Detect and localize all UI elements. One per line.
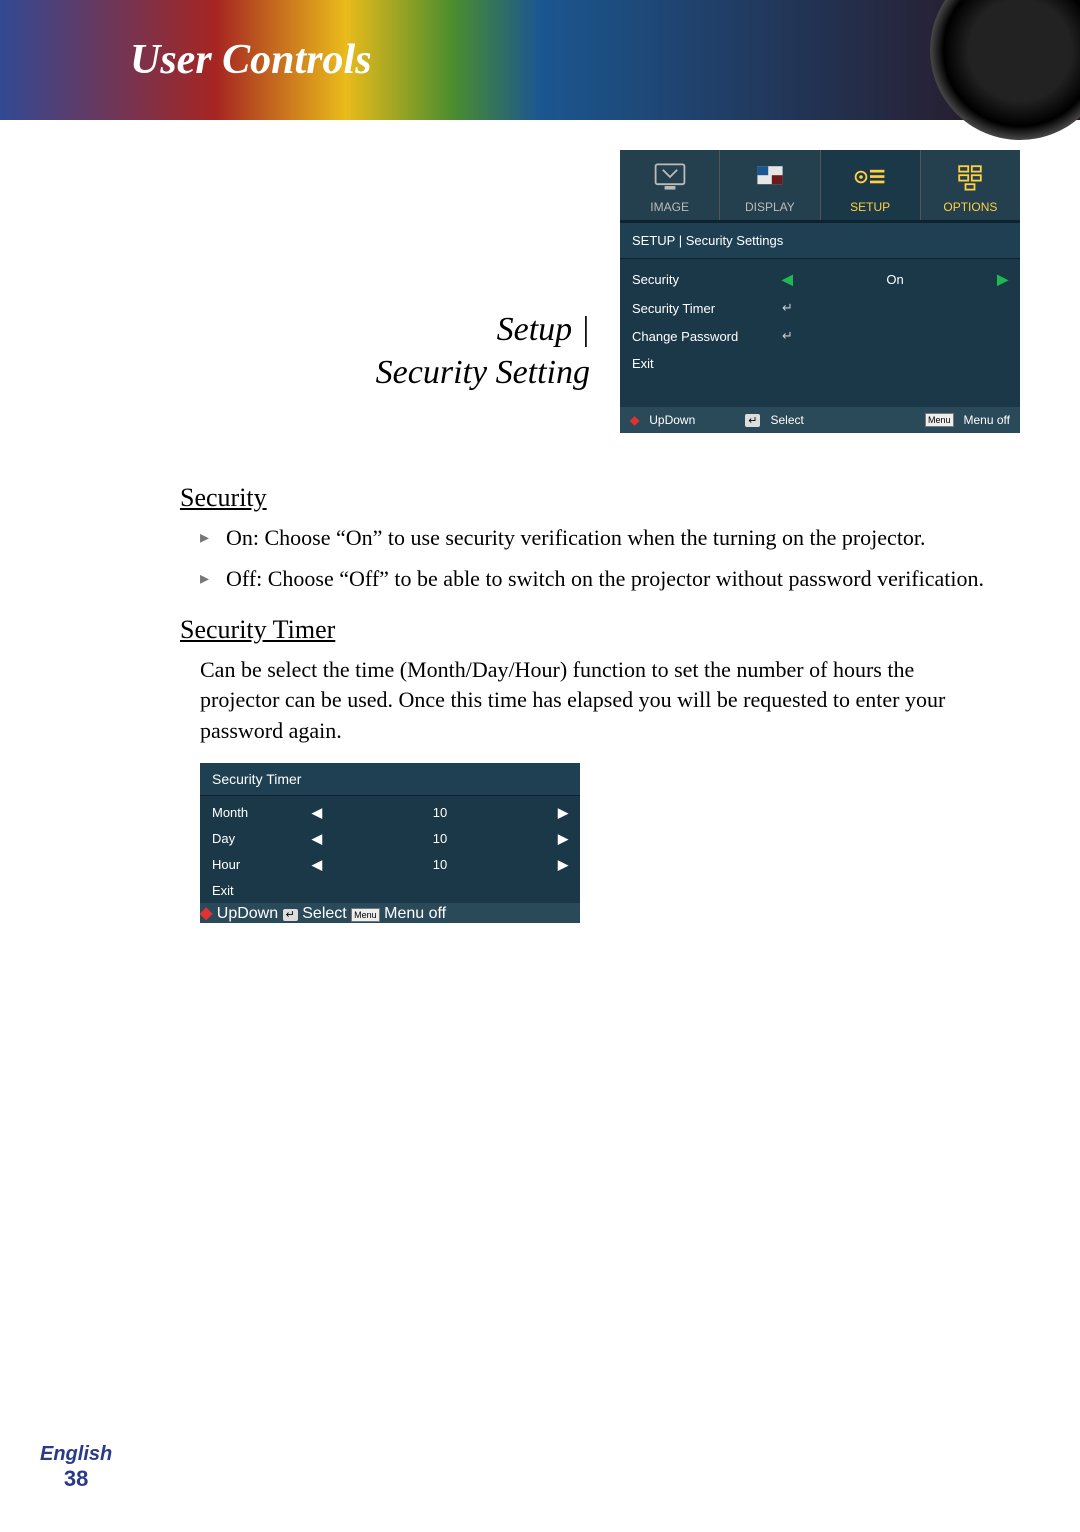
osd-item-action: ↵ xyxy=(782,328,1008,344)
osd-item-value: On xyxy=(886,272,903,287)
tab-label: SETUP xyxy=(821,200,920,214)
header-title: User Controls xyxy=(130,36,372,84)
updown-icon: ◆ xyxy=(630,413,639,427)
bullet-item: On: Choose “On” to use security verifica… xyxy=(200,523,990,554)
timer-item-label: Hour xyxy=(212,857,312,872)
osd-legend: ◆ UpDown ↵ Select Menu Menu off xyxy=(620,407,1020,433)
tab-setup[interactable]: SETUP xyxy=(821,150,921,220)
display-icon xyxy=(720,156,819,198)
timer-item-label: Day xyxy=(212,831,312,846)
osd-breadcrumb: SETUP | Security Settings xyxy=(620,222,1020,259)
tab-image[interactable]: IMAGE xyxy=(620,150,720,220)
timer-item-exit[interactable]: Exit xyxy=(212,878,568,903)
enter-key-icon: ↵ xyxy=(283,909,298,921)
subheading-security-timer: Security Timer xyxy=(180,615,1020,645)
updown-icon: ◆ xyxy=(200,905,212,922)
footer-language: English xyxy=(40,1443,112,1466)
enter-icon: ↵ xyxy=(782,328,793,344)
arrow-left-icon[interactable]: ◀ xyxy=(782,271,793,288)
security-timer-paragraph: Can be select the time (Month/Day/Hour) … xyxy=(200,655,990,747)
arrow-right-icon[interactable]: ▶ xyxy=(997,271,1008,288)
tab-label: OPTIONS xyxy=(921,200,1020,214)
osd-items: Security ◀ On ▶ Security Timer ↵ Change … xyxy=(620,259,1020,407)
bullet-item: Off: Choose “Off” to be able to switch o… xyxy=(200,564,990,595)
enter-key-icon: ↵ xyxy=(745,414,760,427)
timer-item-action: ◀ 10 ▶ xyxy=(312,857,568,873)
osd-item-action: ◀ On ▶ xyxy=(782,271,1008,288)
osd-item-security-timer[interactable]: Security Timer ↵ xyxy=(632,294,1008,322)
timer-osd: Security Timer Month ◀ 10 ▶ Day ◀ 10 ▶ H xyxy=(200,763,580,923)
options-icon xyxy=(921,156,1020,198)
tab-display[interactable]: DISPLAY xyxy=(720,150,820,220)
arrow-right-icon[interactable]: ▶ xyxy=(558,857,568,873)
tab-label: DISPLAY xyxy=(720,200,819,214)
legend-select: Select xyxy=(770,413,803,427)
timer-item-day[interactable]: Day ◀ 10 ▶ xyxy=(212,826,568,852)
arrow-right-icon[interactable]: ▶ xyxy=(558,831,568,847)
section-title: Setup | Security Setting xyxy=(376,309,590,394)
osd-item-label: Exit xyxy=(632,356,782,371)
lens-graphic xyxy=(930,0,1080,140)
page-content: Setup | Security Setting IMAGE DISPLAY xyxy=(0,120,1080,953)
timer-item-month[interactable]: Month ◀ 10 ▶ xyxy=(212,800,568,826)
arrow-left-icon[interactable]: ◀ xyxy=(312,857,322,873)
timer-osd-title: Security Timer xyxy=(200,763,580,796)
legend-updown: UpDown xyxy=(649,413,695,427)
monitor-icon xyxy=(620,156,719,198)
timer-osd-legend: ◆ UpDown ↵ Select Menu Menu off xyxy=(200,903,580,923)
menu-key-icon: Menu xyxy=(351,908,380,922)
legend-updown: UpDown xyxy=(217,905,278,922)
section-top-row: Setup | Security Setting IMAGE DISPLAY xyxy=(120,150,1020,433)
osd-tabs: IMAGE DISPLAY SETUP xyxy=(620,150,1020,222)
osd-item-label: Security Timer xyxy=(632,301,782,316)
subheading-security: Security xyxy=(180,483,1020,513)
tab-label: IMAGE xyxy=(620,200,719,214)
footer-page-number: 38 xyxy=(40,1466,112,1492)
legend-menuoff: Menu off xyxy=(964,413,1010,427)
osd-item-security[interactable]: Security ◀ On ▶ xyxy=(632,265,1008,294)
security-bullets: On: Choose “On” to use security verifica… xyxy=(200,523,990,595)
timer-item-label: Exit xyxy=(212,883,312,898)
arrow-left-icon[interactable]: ◀ xyxy=(312,831,322,847)
osd-menu: IMAGE DISPLAY SETUP xyxy=(620,150,1020,433)
page-footer: English 38 xyxy=(40,1443,112,1492)
page-header: User Controls xyxy=(0,0,1080,120)
legend-select: Select xyxy=(302,905,346,922)
legend-menuoff: Menu off xyxy=(384,905,446,922)
timer-item-value: 10 xyxy=(433,831,447,846)
timer-item-action: ◀ 10 ▶ xyxy=(312,831,568,847)
osd-item-label: Change Password xyxy=(632,329,782,344)
osd-item-exit[interactable]: Exit xyxy=(632,350,1008,377)
setup-icon xyxy=(821,156,920,198)
menu-key-icon: Menu xyxy=(925,413,954,427)
timer-item-label: Month xyxy=(212,805,312,820)
osd-item-change-password[interactable]: Change Password ↵ xyxy=(632,322,1008,350)
timer-item-action: ◀ 10 ▶ xyxy=(312,805,568,821)
timer-item-value: 10 xyxy=(433,857,447,872)
arrow-right-icon[interactable]: ▶ xyxy=(558,805,568,821)
timer-osd-items: Month ◀ 10 ▶ Day ◀ 10 ▶ Hour ◀ xyxy=(200,796,580,903)
tab-options[interactable]: OPTIONS xyxy=(921,150,1020,220)
osd-item-label: Security xyxy=(632,272,782,287)
osd-item-action: ↵ xyxy=(782,300,1008,316)
arrow-left-icon[interactable]: ◀ xyxy=(312,805,322,821)
timer-item-hour[interactable]: Hour ◀ 10 ▶ xyxy=(212,852,568,878)
timer-item-value: 10 xyxy=(433,805,447,820)
enter-icon: ↵ xyxy=(782,300,793,316)
